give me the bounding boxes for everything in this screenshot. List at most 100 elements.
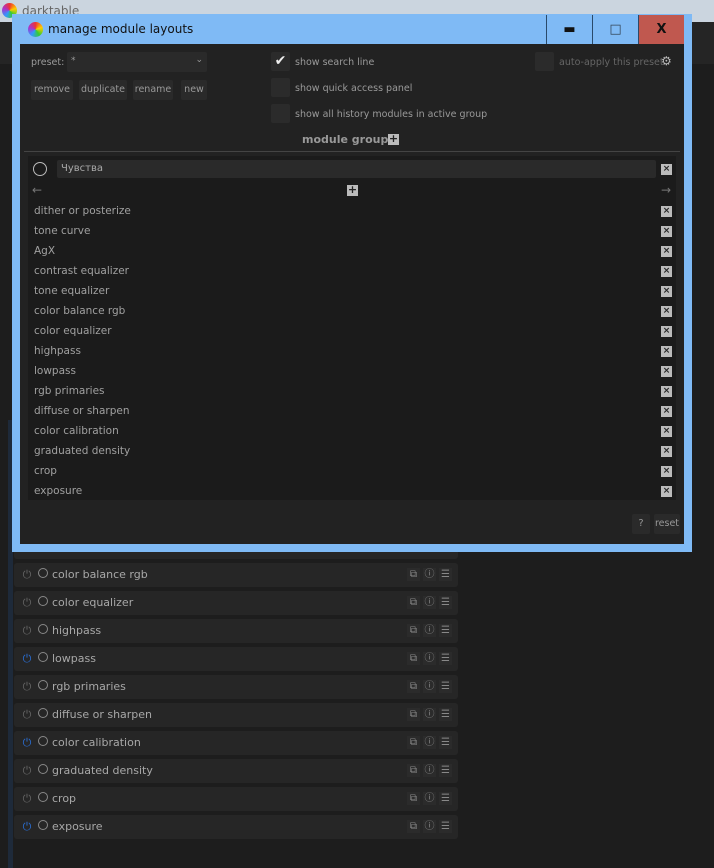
auto-apply-label: auto-apply this preset: [559, 57, 664, 68]
show-search-line-checkbox[interactable]: ✔: [271, 52, 290, 71]
preset-select[interactable]: * ⌄: [67, 52, 207, 72]
remove-module-button[interactable]: ×: [661, 226, 672, 237]
power-icon[interactable]: ⏻: [20, 568, 34, 582]
move-right-arrow-icon[interactable]: →: [661, 183, 671, 197]
power-icon[interactable]: ⏻: [20, 624, 34, 638]
reset-icon[interactable]: ⓘ: [423, 624, 436, 637]
group-module-item: color calibration: [34, 425, 119, 437]
module-row[interactable]: ⏻ graduated density ⧉ ⓘ ☰: [14, 759, 458, 783]
module-row[interactable]: ⏻ rgb primaries ⧉ ⓘ ☰: [14, 675, 458, 699]
reset-button[interactable]: reset: [654, 514, 680, 534]
presets-menu-icon[interactable]: ☰: [439, 680, 452, 693]
add-group-button[interactable]: +: [388, 133, 399, 145]
duplicate-button[interactable]: duplicate: [79, 80, 127, 100]
presets-menu-icon[interactable]: ☰: [439, 568, 452, 581]
multi-instance-icon[interactable]: ⧉: [407, 568, 420, 581]
move-left-arrow-icon[interactable]: ←: [32, 183, 42, 197]
remove-module-button[interactable]: ×: [661, 246, 672, 257]
remove-module-button[interactable]: ×: [661, 406, 672, 417]
group-name-input[interactable]: Чувства: [57, 160, 656, 178]
module-row[interactable]: ⏻ exposure ⧉ ⓘ ☰: [14, 815, 458, 839]
show-history-modules-checkbox[interactable]: [271, 104, 290, 123]
remove-module-button[interactable]: ×: [661, 386, 672, 397]
presets-menu-icon[interactable]: ☰: [439, 820, 452, 833]
reset-icon[interactable]: ⓘ: [423, 596, 436, 609]
power-icon[interactable]: ⏻: [20, 764, 34, 778]
remove-module-button[interactable]: ×: [661, 326, 672, 337]
new-button[interactable]: new: [181, 80, 207, 100]
multi-instance-icon[interactable]: ⧉: [407, 736, 420, 749]
remove-module-button[interactable]: ×: [661, 446, 672, 457]
multi-instance-icon[interactable]: ⧉: [407, 708, 420, 721]
group-module-item: contrast equalizer: [34, 265, 129, 277]
remove-module-button[interactable]: ×: [661, 486, 672, 497]
presets-menu-icon[interactable]: ☰: [439, 708, 452, 721]
multi-instance-icon[interactable]: ⧉: [407, 624, 420, 637]
reset-icon[interactable]: ⓘ: [423, 568, 436, 581]
maximize-button[interactable]: □: [592, 15, 638, 44]
power-icon[interactable]: ⏻: [20, 708, 34, 722]
module-icon: [38, 596, 48, 606]
presets-menu-icon[interactable]: ☰: [439, 652, 452, 665]
presets-menu-icon[interactable]: ☰: [439, 624, 452, 637]
multi-instance-icon[interactable]: ⧉: [407, 596, 420, 609]
reset-icon[interactable]: ⓘ: [423, 736, 436, 749]
presets-menu-icon[interactable]: ☰: [439, 736, 452, 749]
multi-instance-icon[interactable]: ⧉: [407, 764, 420, 777]
remove-module-button[interactable]: ×: [661, 266, 672, 277]
reset-icon[interactable]: ⓘ: [423, 792, 436, 805]
close-button[interactable]: X: [638, 15, 684, 44]
multi-instance-icon[interactable]: ⧉: [407, 792, 420, 805]
rename-button[interactable]: rename: [133, 80, 173, 100]
module-row[interactable]: ⏻ diffuse or sharpen ⧉ ⓘ ☰: [14, 703, 458, 727]
power-icon[interactable]: ⏻: [20, 736, 34, 750]
power-icon[interactable]: ⏻: [20, 680, 34, 694]
module-icon: [38, 820, 48, 830]
remove-button[interactable]: remove: [31, 80, 73, 100]
module-row[interactable]: ⏻ color calibration ⧉ ⓘ ☰: [14, 731, 458, 755]
show-quick-access-checkbox[interactable]: [271, 78, 290, 97]
module-row[interactable]: ⏻ lowpass ⧉ ⓘ ☰: [14, 647, 458, 671]
multi-instance-icon[interactable]: ⧉: [407, 652, 420, 665]
module-icon: [38, 624, 48, 634]
module-row[interactable]: ⏻ crop ⧉ ⓘ ☰: [14, 787, 458, 811]
multi-instance-icon[interactable]: ⧉: [407, 820, 420, 833]
gear-icon[interactable]: ⚙: [661, 54, 672, 68]
group-icon-selector[interactable]: [33, 162, 47, 176]
minimize-button[interactable]: ▬: [546, 15, 592, 44]
remove-module-button[interactable]: ×: [661, 366, 672, 377]
remove-module-button[interactable]: ×: [661, 286, 672, 297]
power-icon[interactable]: ⏻: [20, 652, 34, 666]
module-row[interactable]: ⏻ color equalizer ⧉ ⓘ ☰: [14, 591, 458, 615]
add-module-button[interactable]: +: [347, 184, 358, 196]
power-icon[interactable]: ⏻: [20, 792, 34, 806]
remove-module-button[interactable]: ×: [661, 466, 672, 477]
module-row[interactable]: ⏻ color balance rgb ⧉ ⓘ ☰: [14, 563, 458, 587]
reset-icon[interactable]: ⓘ: [423, 652, 436, 665]
group-module-item: tone curve: [34, 225, 91, 237]
preset-value: *: [71, 56, 76, 66]
reset-icon[interactable]: ⓘ: [423, 680, 436, 693]
module-row[interactable]: ⏻ highpass ⧉ ⓘ ☰: [14, 619, 458, 643]
group-module-item: tone equalizer: [34, 285, 110, 297]
reset-icon[interactable]: ⓘ: [423, 764, 436, 777]
remove-module-button[interactable]: ×: [661, 306, 672, 317]
reset-icon[interactable]: ⓘ: [423, 820, 436, 833]
remove-module-button[interactable]: ×: [661, 206, 672, 217]
multi-instance-icon[interactable]: ⧉: [407, 680, 420, 693]
auto-apply-checkbox[interactable]: [535, 52, 554, 71]
delete-group-button[interactable]: ×: [661, 164, 672, 175]
presets-menu-icon[interactable]: ☰: [439, 764, 452, 777]
reset-icon[interactable]: ⓘ: [423, 708, 436, 721]
power-icon[interactable]: ⏻: [20, 820, 34, 834]
presets-menu-icon[interactable]: ☰: [439, 792, 452, 805]
help-button[interactable]: ?: [632, 514, 650, 534]
module-name: crop: [52, 792, 77, 805]
group-module-item: exposure: [34, 485, 83, 497]
group-module-item: color equalizer: [34, 325, 112, 337]
group-module-item: highpass: [34, 345, 81, 357]
presets-menu-icon[interactable]: ☰: [439, 596, 452, 609]
power-icon[interactable]: ⏻: [20, 596, 34, 610]
remove-module-button[interactable]: ×: [661, 346, 672, 357]
remove-module-button[interactable]: ×: [661, 426, 672, 437]
